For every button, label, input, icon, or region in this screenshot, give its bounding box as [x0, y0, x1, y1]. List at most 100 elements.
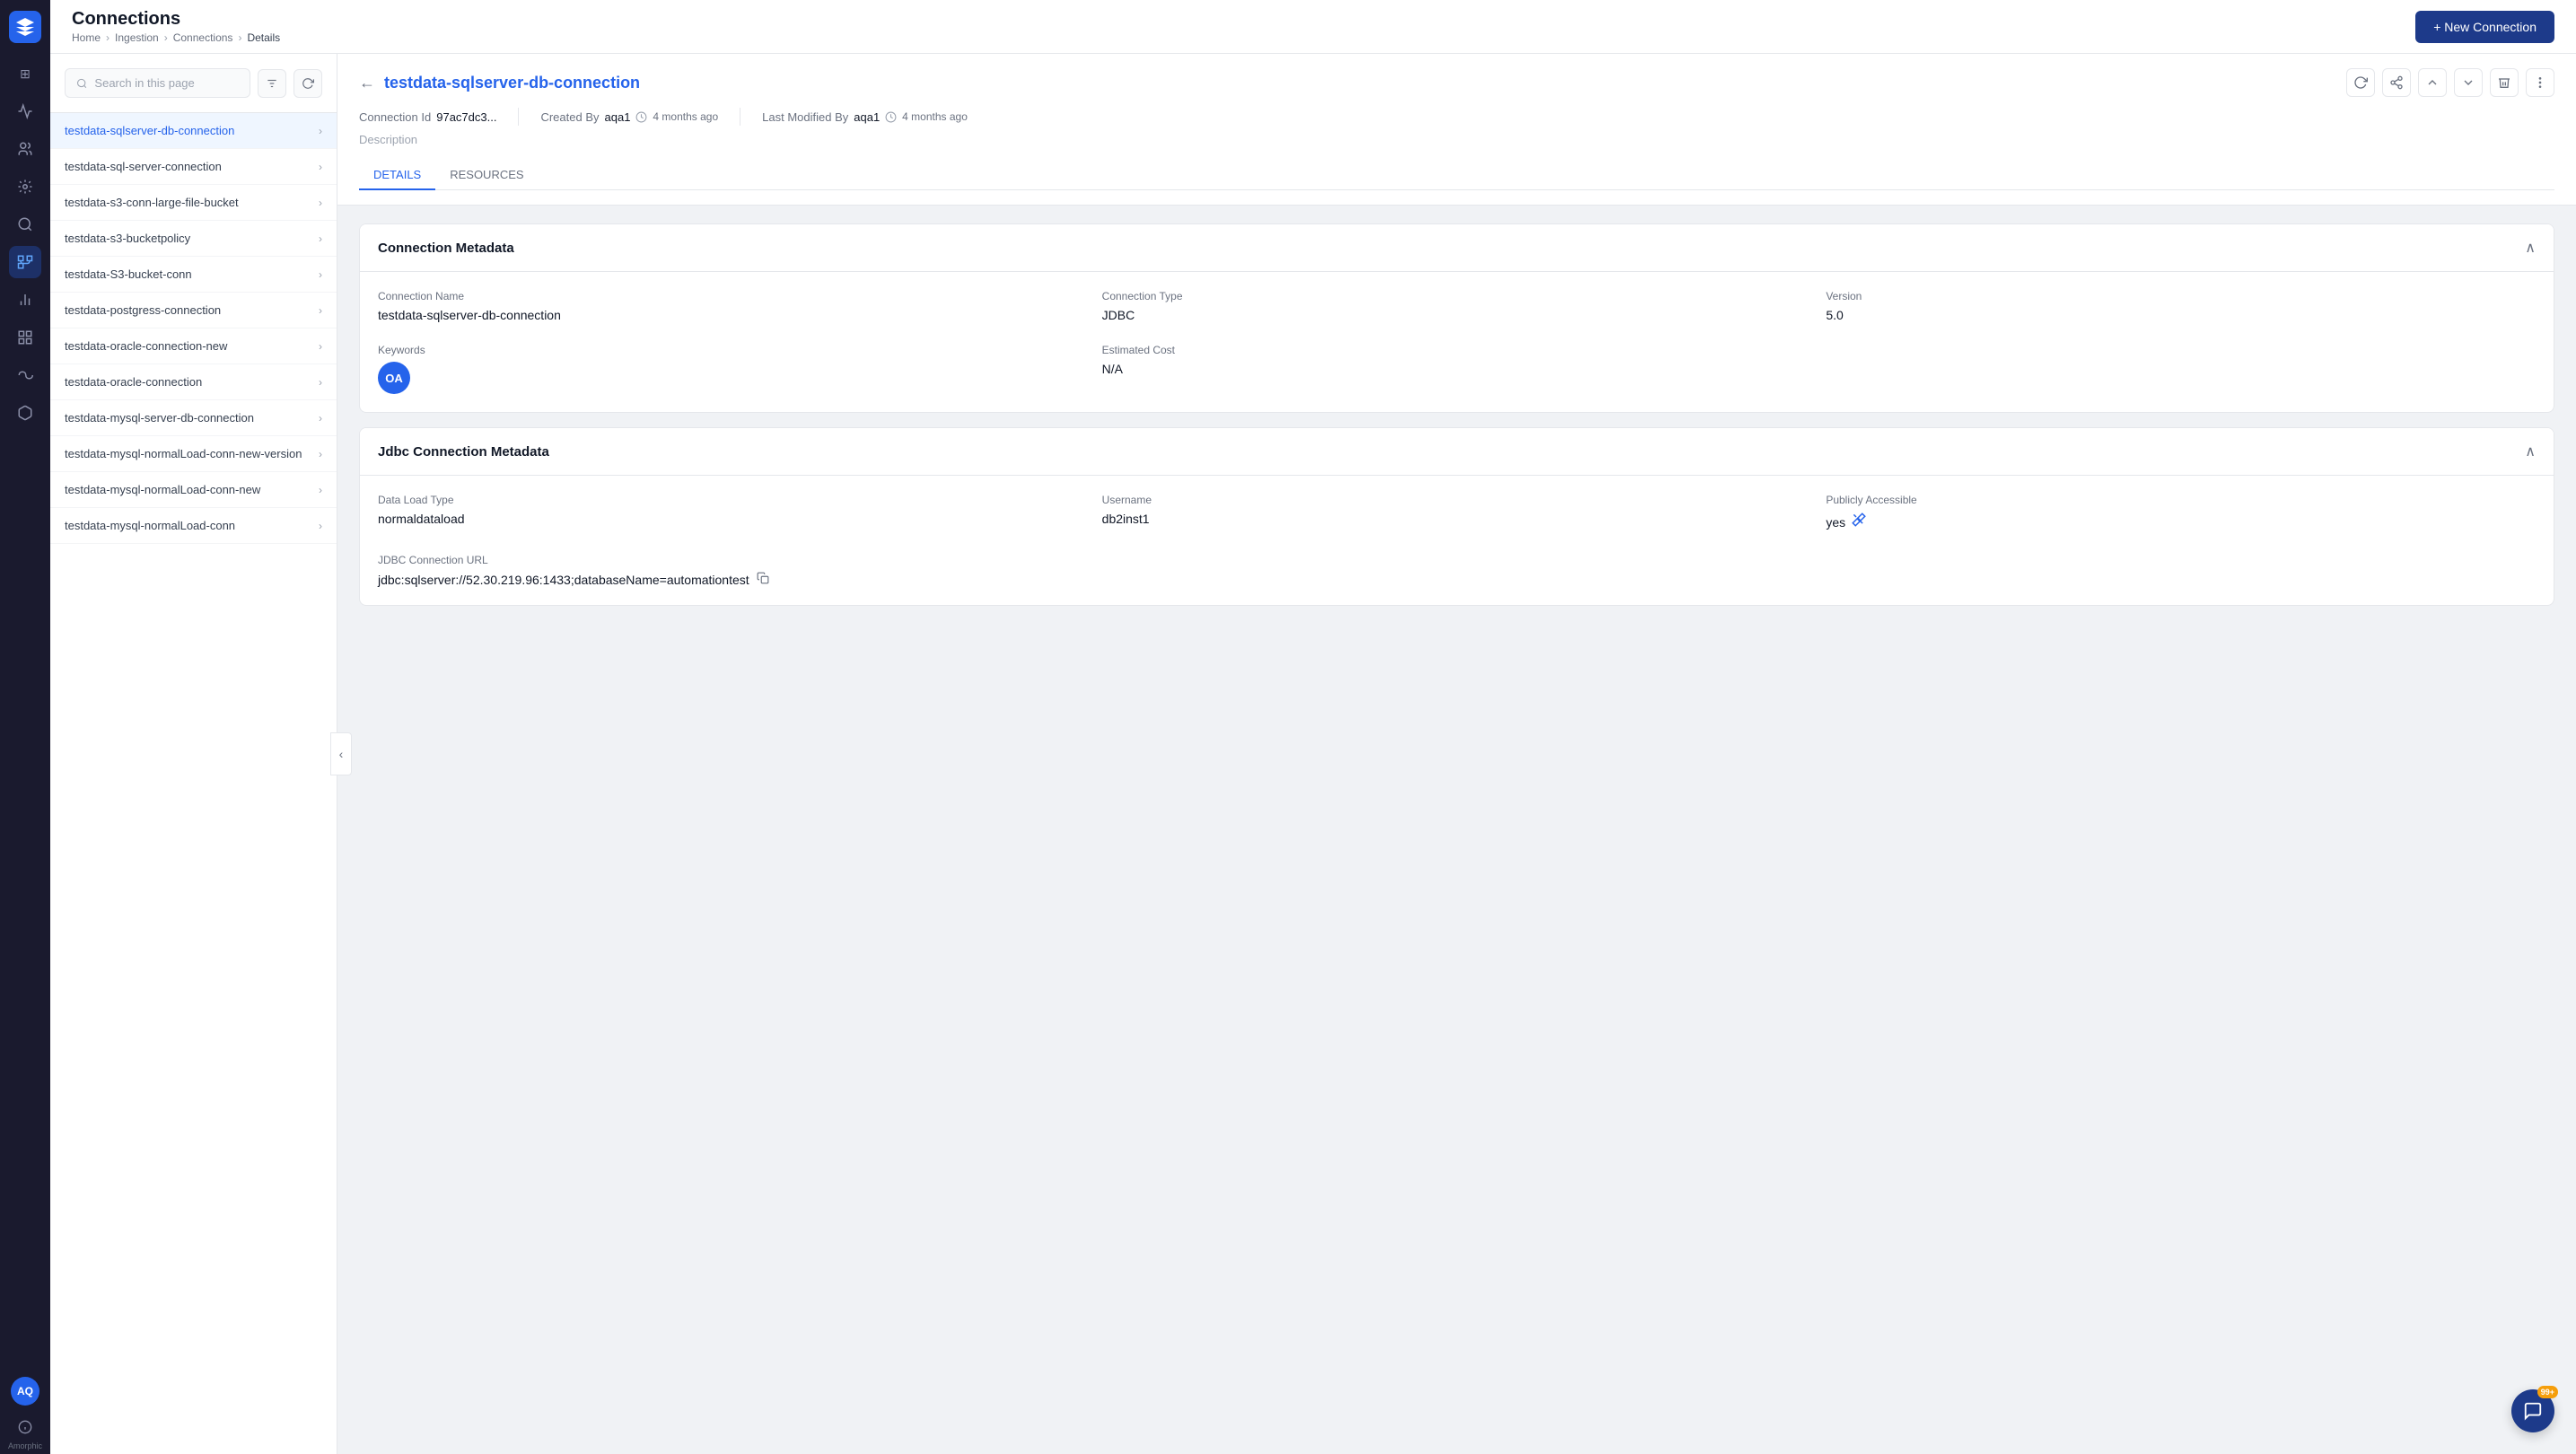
chevron-icon-3: › [319, 197, 322, 209]
data-load-type-label: Data Load Type [378, 494, 1088, 506]
sidebar-item-8[interactable]: testdata-oracle-connection › [50, 364, 337, 400]
sidebar-item-2[interactable]: testdata-sql-server-connection › [50, 149, 337, 185]
sidebar-item-3[interactable]: testdata-s3-conn-large-file-bucket › [50, 185, 337, 221]
sidebar-item-text-4: testdata-s3-bucketpolicy [65, 232, 319, 245]
refresh-detail-button[interactable] [2346, 68, 2375, 97]
connection-type-field: Connection Type JDBC [1102, 290, 1812, 322]
sidebar-item-7[interactable]: testdata-oracle-connection-new › [50, 328, 337, 364]
nav-icon-person-search[interactable] [9, 208, 41, 241]
sidebar-item-11[interactable]: testdata-mysql-normalLoad-conn-new › [50, 472, 337, 508]
clock-icon-created [635, 111, 647, 123]
chat-icon [2523, 1401, 2543, 1421]
jdbc-url-value: jdbc:sqlserver://52.30.219.96:1433;datab… [378, 573, 749, 587]
sidebar-collapse-button[interactable]: ‹ [330, 732, 352, 775]
chat-badge: 99+ [2537, 1386, 2558, 1398]
description-label: Description [359, 133, 2554, 146]
nav-icon-box[interactable] [9, 397, 41, 429]
modified-ago: 4 months ago [902, 110, 968, 123]
back-button[interactable]: ← [359, 74, 375, 92]
connection-metadata-header: Connection Metadata ∧ [360, 224, 2554, 272]
sidebar-item-text-9: testdata-mysql-server-db-connection [65, 411, 319, 425]
detail-panel: ← testdata-sqlserver-db-connection [337, 54, 2576, 1454]
keywords-area: OA [378, 362, 1088, 394]
detail-tabs: DETAILS RESOURCES [359, 161, 2554, 190]
app-logo[interactable] [9, 11, 41, 43]
connection-metadata-body: Connection Name testdata-sqlserver-db-co… [360, 272, 2554, 412]
data-load-type-field: Data Load Type normaldataload [378, 494, 1088, 532]
tab-details[interactable]: DETAILS [359, 161, 435, 190]
chevron-down-button[interactable] [2454, 68, 2483, 97]
sidebar-item-1[interactable]: testdata-sqlserver-db-connection › [50, 113, 337, 149]
meta-modified-by: Last Modified By aqa1 4 months ago [762, 110, 989, 124]
new-connection-label: + New Connection [2433, 20, 2537, 34]
sidebar: testdata-sqlserver-db-connection › testd… [50, 54, 337, 1454]
top-header: Connections Home › Ingestion › Connectio… [50, 0, 2576, 54]
nav-icon-activity[interactable] [9, 95, 41, 127]
search-input[interactable] [94, 76, 239, 90]
breadcrumb-sep-1: › [106, 31, 110, 44]
search-box[interactable] [65, 68, 250, 98]
breadcrumb-home[interactable]: Home [72, 31, 101, 44]
amorphic-label: Amorphic [0, 1438, 50, 1454]
jdbc-url-row: jdbc:sqlserver://52.30.219.96:1433;datab… [378, 572, 2536, 587]
more-options-button[interactable] [2526, 68, 2554, 97]
chevron-up-button[interactable] [2418, 68, 2447, 97]
connection-type-label: Connection Type [1102, 290, 1812, 302]
jdbc-metadata-card: Jdbc Connection Metadata ∧ Data Load Typ… [359, 427, 2554, 606]
detail-title-row: ← testdata-sqlserver-db-connection [359, 68, 2554, 97]
sidebar-item-5[interactable]: testdata-S3-bucket-conn › [50, 257, 337, 293]
chevron-up-icon [2425, 75, 2440, 90]
history-button[interactable] [2490, 68, 2519, 97]
connection-type-value: JDBC [1102, 308, 1812, 322]
version-value: 5.0 [1826, 308, 2536, 322]
sidebar-item-text-6: testdata-postgress-connection [65, 303, 319, 317]
refresh-button[interactable] [294, 69, 322, 98]
publicly-accessible-field: Publicly Accessible yes [1826, 494, 2536, 532]
chevron-icon-1: › [319, 125, 322, 137]
sidebar-list: testdata-sqlserver-db-connection › testd… [50, 113, 337, 1454]
header-left: Connections Home › Ingestion › Connectio… [72, 9, 280, 44]
sidebar-item-9[interactable]: testdata-mysql-server-db-connection › [50, 400, 337, 436]
nav-icon-chart[interactable] [9, 284, 41, 316]
collapse-jdbc-metadata-button[interactable]: ∧ [2525, 442, 2536, 460]
breadcrumb-connections[interactable]: Connections [173, 31, 233, 44]
nav-icon-home[interactable]: ⊞ [9, 57, 41, 90]
sidebar-item-text-2: testdata-sql-server-connection [65, 160, 319, 173]
chevron-icon-8: › [319, 376, 322, 389]
tab-resources[interactable]: RESOURCES [435, 161, 538, 190]
nav-icon-users[interactable] [9, 133, 41, 165]
chat-button[interactable]: 99+ [2511, 1389, 2554, 1432]
estimated-cost-label: Estimated Cost [1102, 344, 1812, 356]
detail-connection-title[interactable]: testdata-sqlserver-db-connection [384, 74, 640, 92]
more-options-icon [2533, 75, 2547, 90]
share-icon [2389, 75, 2404, 90]
collapse-connection-metadata-button[interactable]: ∧ [2525, 239, 2536, 257]
history-icon [2497, 75, 2511, 90]
filter-button[interactable] [258, 69, 286, 98]
copy-button[interactable] [757, 572, 769, 587]
nav-icon-waves[interactable] [9, 359, 41, 391]
detail-content: Connection Metadata ∧ Connection Name te… [337, 206, 2576, 1454]
meta-connection-id: Connection Id 97ac7dc3... [359, 110, 518, 124]
page-title: Connections [72, 9, 280, 30]
new-connection-button[interactable]: + New Connection [2415, 11, 2554, 43]
connection-name-field: Connection Name testdata-sqlserver-db-co… [378, 290, 1088, 322]
publicly-accessible-label: Publicly Accessible [1826, 494, 2536, 506]
user-avatar-nav[interactable]: AQ [11, 1377, 39, 1406]
sidebar-item-12[interactable]: testdata-mysql-normalLoad-conn › [50, 508, 337, 544]
sidebar-item-text-1: testdata-sqlserver-db-connection [65, 124, 319, 137]
estimated-cost-field: Estimated Cost N/A [1102, 344, 1812, 394]
breadcrumb-ingestion[interactable]: Ingestion [115, 31, 159, 44]
created-ago: 4 months ago [653, 110, 718, 123]
share-button[interactable] [2382, 68, 2411, 97]
plug-icon [1851, 512, 1867, 532]
chevron-icon-10: › [319, 448, 322, 460]
nav-icon-grid[interactable] [9, 321, 41, 354]
sidebar-item-4[interactable]: testdata-s3-bucketpolicy › [50, 221, 337, 257]
sidebar-item-10[interactable]: testdata-mysql-normalLoad-conn-new-versi… [50, 436, 337, 472]
modified-by-label: Last Modified By [762, 110, 848, 124]
sidebar-item-6[interactable]: testdata-postgress-connection › [50, 293, 337, 328]
nav-icon-connections[interactable] [9, 246, 41, 278]
nav-icon-settings[interactable] [9, 171, 41, 203]
detail-title-left: ← testdata-sqlserver-db-connection [359, 74, 640, 92]
